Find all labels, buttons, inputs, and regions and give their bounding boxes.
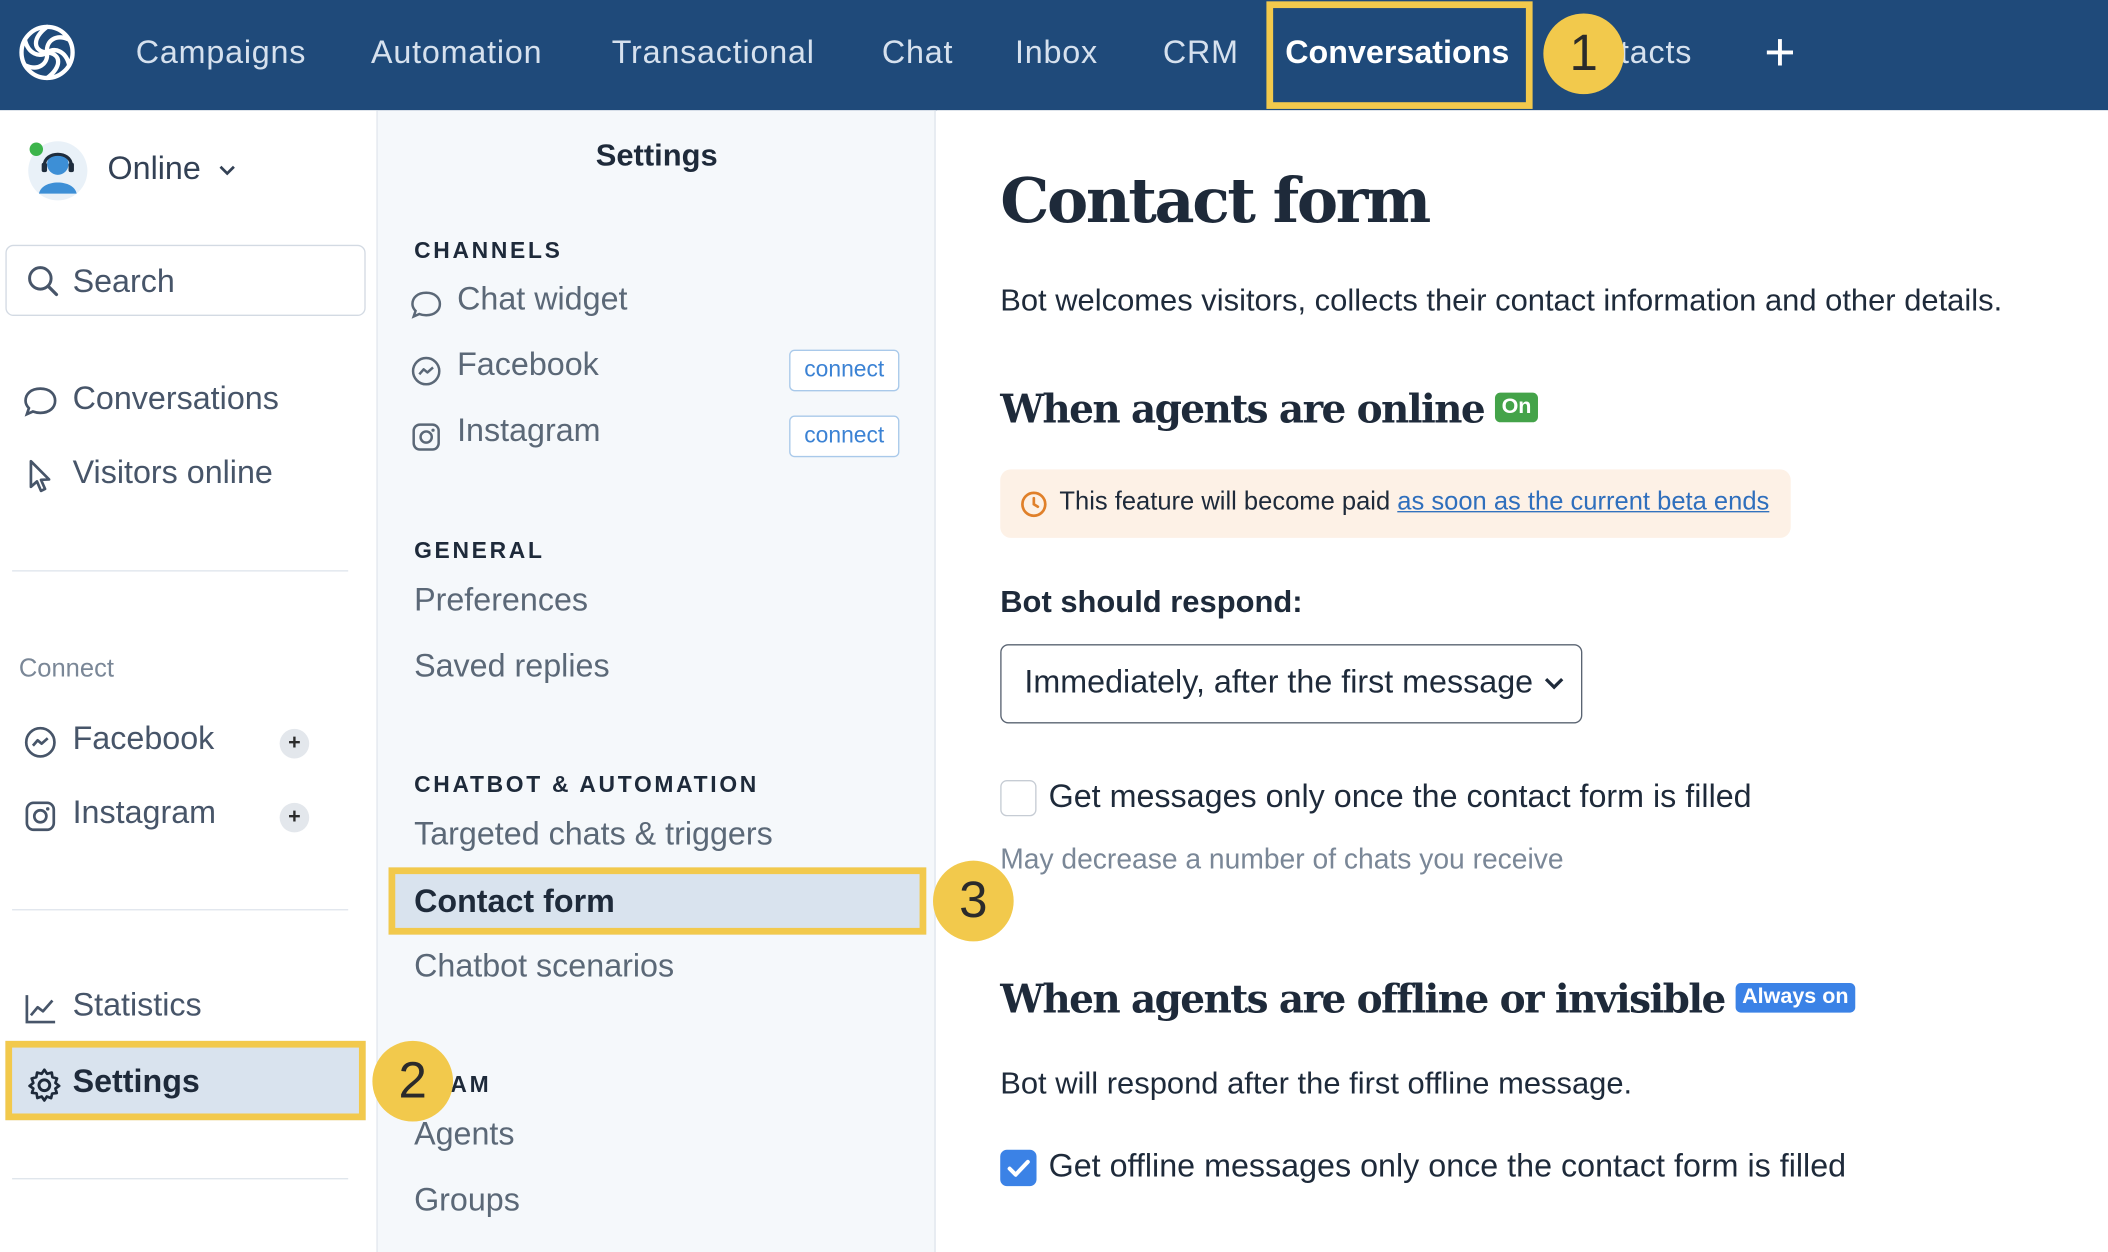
settings-item-label: Chat widget (457, 281, 628, 318)
chevron-down-icon (219, 165, 235, 175)
settings-item-label: Facebook (457, 346, 599, 384)
channels-heading: CHANNELS (414, 238, 563, 264)
settings-title: Settings (595, 137, 718, 173)
step-marker-3: 3 (933, 860, 1014, 942)
sidebar-item-facebook[interactable]: Facebook + (22, 715, 345, 769)
instagram-icon (412, 423, 440, 451)
settings-menu: Settings CHANNELS Chat widget Facebook c… (377, 110, 936, 1252)
status-badge-always-on: Always on (1735, 983, 1856, 1013)
nav-transactional[interactable]: Transactional (612, 0, 815, 110)
settings-item-agents[interactable]: Agents (414, 1116, 514, 1154)
add-instagram-button[interactable]: + (279, 802, 310, 833)
sidebar-item-label: Conversations (72, 380, 279, 417)
online-heading-text: When agents are online (1000, 385, 1485, 432)
step-marker-2: 2 (372, 1040, 454, 1122)
main-content: Contact form Bot welcomes visitors, coll… (937, 110, 2108, 1252)
sidebar-item-label: Instagram (72, 794, 217, 832)
settings-item-chatbot-scenarios[interactable]: Chatbot scenarios (414, 948, 674, 986)
team-heading: AM (450, 1071, 492, 1098)
notice-text: This feature will become paid (1059, 488, 1398, 517)
contact-form-offline-label[interactable]: Get offline messages only once the conta… (1049, 1148, 1846, 1186)
search-icon (28, 266, 59, 297)
contact-form-online-checkbox[interactable] (1000, 779, 1037, 817)
sidebar-item-settings[interactable]: Settings (5, 1040, 366, 1121)
offline-section-heading: When agents are offline or invisible Alwa… (1000, 976, 1856, 1023)
page-description: Bot welcomes visitors, collects their co… (1000, 282, 2003, 318)
step-marker-1: 1 (1543, 13, 1625, 95)
sidebar-item-label: Settings (72, 1063, 200, 1101)
search-placeholder: Search (72, 263, 175, 300)
checkbox-hint: May decrease a number of chats you recei… (1000, 844, 1564, 876)
settings-item-groups[interactable]: Groups (414, 1182, 520, 1220)
offline-heading-text: When agents are offline or invisible (1000, 976, 1726, 1023)
nav-highlight-box (1266, 1, 1533, 109)
settings-item-contact-form[interactable]: Contact form (388, 867, 927, 935)
messenger-icon (24, 726, 56, 758)
chatbot-heading: CHATBOT & AUTOMATION (414, 771, 760, 798)
general-heading: GENERAL (414, 537, 545, 564)
status-dropdown[interactable]: Online (108, 151, 237, 189)
chevron-down-icon (1544, 677, 1564, 690)
page-title: Contact form (1000, 164, 1431, 237)
contact-form-offline-checkbox[interactable] (1000, 1149, 1037, 1187)
settings-item-preferences[interactable]: Preferences (414, 582, 588, 620)
online-section-heading: When agents are online On (1000, 385, 1539, 432)
sidebar-divider (12, 1178, 349, 1180)
sidebar-item-instagram[interactable]: Instagram + (22, 789, 345, 843)
nav-inbox[interactable]: Inbox (1015, 0, 1098, 110)
sidebar-divider (12, 570, 349, 572)
chart-line-icon (25, 995, 56, 1024)
respond-label: Bot should respond: (1000, 583, 1303, 619)
nav-campaigns[interactable]: Campaigns (136, 0, 306, 110)
nav-automation[interactable]: Automation (371, 0, 542, 110)
instagram-icon (25, 801, 56, 832)
clock-icon (1021, 491, 1047, 518)
search-input[interactable]: Search (5, 244, 366, 317)
chat-bubble-icon (411, 291, 442, 319)
gear-icon (28, 1068, 61, 1102)
left-sidebar: Online Search Conversations Visitors onl… (0, 110, 378, 1252)
brand-logo-icon[interactable] (16, 22, 78, 84)
cursor-pointer-icon (29, 459, 51, 493)
settings-item-saved-replies[interactable]: Saved replies (414, 648, 610, 686)
respond-timing-select[interactable]: Immediately, after the first message (1000, 644, 1583, 724)
select-value: Immediately, after the first message (1024, 664, 1534, 701)
sidebar-divider (12, 909, 349, 911)
connect-instagram-button[interactable]: connect (789, 415, 900, 458)
sidebar-item-label: Facebook (72, 720, 215, 758)
status-badge-on: On (1494, 392, 1539, 423)
sidebar-item-label: Statistics (72, 987, 202, 1024)
beta-notice: This feature will become paid as soon as… (1000, 469, 1791, 538)
sidebar-item-label: Visitors online (72, 454, 273, 491)
connect-heading: Connect (18, 654, 114, 684)
settings-item-targeted-chats[interactable]: Targeted chats & triggers (414, 816, 773, 854)
checkmark-icon (1007, 1159, 1030, 1177)
status-label: Online (107, 150, 201, 187)
beta-info-link[interactable]: as soon as the current beta ends (1397, 488, 1769, 516)
agent-avatar-icon[interactable] (24, 137, 89, 202)
add-tab-plus-icon[interactable]: + (1756, 26, 1804, 81)
messenger-icon (411, 356, 441, 386)
settings-item-label: Contact form (414, 883, 615, 920)
add-facebook-button[interactable]: + (279, 728, 310, 759)
contact-form-online-label[interactable]: Get messages only once the contact form … (1049, 779, 1752, 817)
connect-facebook-button[interactable]: connect (789, 349, 900, 392)
offline-description: Bot will respond after the first offline… (1000, 1065, 1633, 1101)
top-nav: Campaigns Automation Transactional Chat … (0, 0, 2108, 111)
settings-item-label: Instagram (457, 412, 601, 450)
nav-contacts[interactable]: tacts (1620, 0, 1692, 110)
nav-crm[interactable]: CRM (1163, 0, 1239, 110)
nav-chat[interactable]: Chat (882, 0, 953, 110)
chat-bubble-icon (24, 387, 57, 417)
